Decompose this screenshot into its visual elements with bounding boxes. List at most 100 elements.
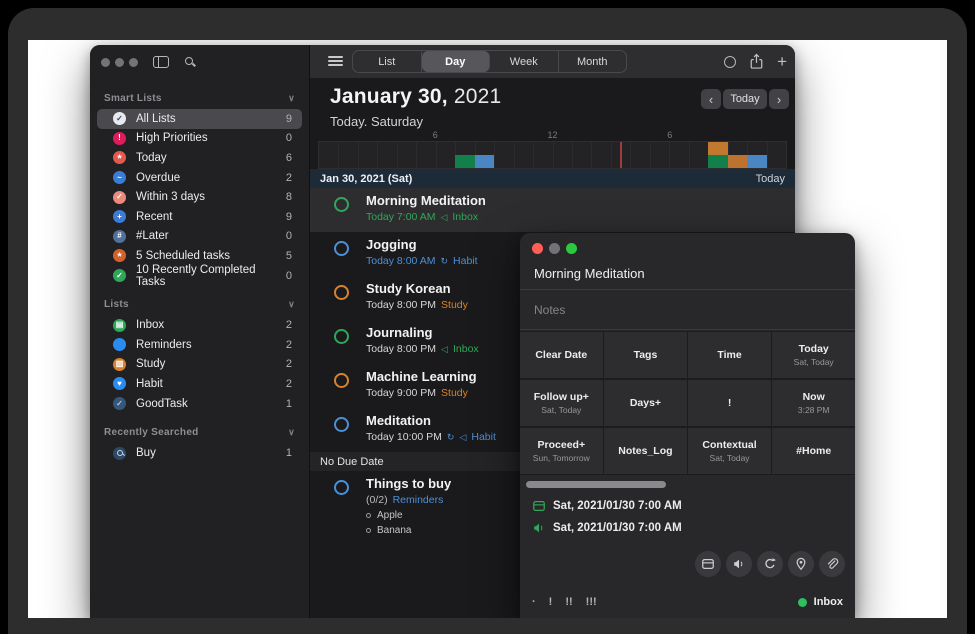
sidebar-item-all-lists[interactable]: ✓All Lists9 bbox=[97, 109, 302, 129]
close-button[interactable] bbox=[101, 58, 110, 67]
filter-circle-icon[interactable] bbox=[724, 56, 736, 68]
sidebar-titlebar bbox=[90, 45, 309, 78]
quick-action-days-[interactable]: Days+ bbox=[604, 380, 687, 426]
location-button[interactable] bbox=[788, 551, 814, 577]
prev-day-button[interactable]: ‹ bbox=[701, 89, 721, 109]
notes-field[interactable]: Notes bbox=[534, 303, 565, 317]
sidebar-item-buy[interactable]: Buy1 bbox=[97, 443, 302, 463]
sidebar-item-habit[interactable]: ♥Habit2 bbox=[97, 374, 302, 394]
quick-action-time[interactable]: Time bbox=[688, 332, 771, 378]
next-day-button[interactable]: › bbox=[769, 89, 789, 109]
quick-action-today[interactable]: TodaySat, Today bbox=[772, 332, 855, 378]
timeline-event-block[interactable] bbox=[708, 142, 727, 155]
task-sub-text: Inbox bbox=[453, 343, 479, 355]
quick-action-proceed-[interactable]: Proceed+Sun, Tomorrow bbox=[520, 428, 603, 474]
timeline-event-block[interactable] bbox=[747, 155, 766, 168]
zoom-button[interactable] bbox=[566, 243, 577, 254]
task-complete-circle[interactable] bbox=[334, 197, 349, 212]
timeline-event-block[interactable] bbox=[475, 155, 494, 168]
quick-action-tags[interactable]: Tags bbox=[604, 332, 687, 378]
quick-action-notes-log[interactable]: Notes_Log bbox=[604, 428, 687, 474]
priority-option-2[interactable]: !! bbox=[565, 596, 572, 608]
timeline-event-block[interactable] bbox=[455, 155, 474, 168]
tab-week[interactable]: Week bbox=[490, 51, 559, 72]
list-color-dot bbox=[798, 598, 807, 607]
priority-option-1[interactable]: ! bbox=[549, 596, 553, 608]
menu-icon[interactable] bbox=[328, 56, 343, 67]
sidebar-item-inbox[interactable]: ▤Inbox2 bbox=[97, 315, 302, 335]
due-date-row[interactable]: Sat, 2021/01/30 7:00 AM bbox=[532, 521, 682, 534]
section-header[interactable]: Lists∨ bbox=[90, 293, 309, 315]
sidebar-item-recent[interactable]: +Recent9 bbox=[97, 207, 302, 227]
minimize-button[interactable] bbox=[115, 58, 124, 67]
zoom-button[interactable] bbox=[129, 58, 138, 67]
tab-list[interactable]: List bbox=[353, 51, 422, 72]
task-complete-circle[interactable] bbox=[334, 417, 349, 432]
minimize-button[interactable] bbox=[549, 243, 560, 254]
task-complete-circle[interactable] bbox=[334, 329, 349, 344]
quick-action-sublabel: Sat, Today bbox=[541, 405, 581, 415]
toggle-sidebar-icon[interactable] bbox=[153, 56, 169, 68]
timeline-hour-gridline bbox=[650, 142, 651, 168]
sidebar-item-high-priorities[interactable]: !High Priorities0 bbox=[97, 129, 302, 149]
task-complete-circle[interactable] bbox=[334, 480, 349, 495]
sidebar-item-10-recently-completed-tasks[interactable]: ✓10 Recently Completed Tasks0 bbox=[97, 266, 302, 286]
timeline-event-block[interactable] bbox=[708, 155, 727, 168]
speaker-button[interactable] bbox=[726, 551, 752, 577]
close-button[interactable] bbox=[532, 243, 543, 254]
day-timeline[interactable] bbox=[318, 141, 787, 169]
timeline-event-block[interactable] bbox=[728, 155, 747, 168]
sidebar-item-overdue[interactable]: ~Overdue2 bbox=[97, 168, 302, 188]
quick-action-clear-date[interactable]: Clear Date bbox=[520, 332, 603, 378]
quick-action-follow-up-[interactable]: Follow up+Sat, Today bbox=[520, 380, 603, 426]
speaker-icon: ◁ bbox=[441, 344, 448, 355]
plus-icon: + bbox=[113, 210, 126, 223]
sidebar-item-within-3-days[interactable]: ✓Within 3 days8 bbox=[97, 187, 302, 207]
chevron-down-icon: ∨ bbox=[288, 299, 295, 310]
task-detail-popup: Morning Meditation Notes Clear DateTagsT… bbox=[520, 233, 855, 618]
date-title: January 30, bbox=[330, 85, 448, 108]
attachment-button[interactable] bbox=[819, 551, 845, 577]
timeline-hour-gridline bbox=[572, 142, 573, 168]
task-row[interactable]: Morning MeditationToday 7:00 AM◁Inbox bbox=[310, 188, 795, 232]
sidebar-item-goodtask[interactable]: ✓GoodTask1 bbox=[97, 394, 302, 414]
list-badge[interactable]: Inbox bbox=[798, 596, 843, 608]
sidebar-item-reminders[interactable]: Reminders2 bbox=[97, 335, 302, 355]
section-header[interactable]: Smart Lists∨ bbox=[90, 87, 309, 109]
due-date-row[interactable]: Sat, 2021/01/30 7:00 AM bbox=[532, 499, 682, 512]
section-title: Smart Lists bbox=[104, 93, 162, 104]
task-complete-circle[interactable] bbox=[334, 285, 349, 300]
share-icon[interactable] bbox=[749, 53, 764, 70]
sidebar-item--later[interactable]: ##Later0 bbox=[97, 227, 302, 247]
priority-option-3[interactable]: !!! bbox=[586, 596, 597, 608]
priority-option-none[interactable]: · bbox=[532, 596, 536, 608]
due-date-text: Sat, 2021/01/30 7:00 AM bbox=[553, 522, 682, 534]
timeline-hour-gridline bbox=[397, 142, 398, 168]
subtask-row[interactable]: Banana bbox=[366, 525, 451, 536]
quick-actions-scrollbar[interactable] bbox=[526, 481, 666, 488]
quick-action-now[interactable]: Now3:28 PM bbox=[772, 380, 855, 426]
search-icon[interactable] bbox=[185, 57, 193, 65]
task-sub-text: Today 9:00 PM bbox=[366, 387, 436, 399]
item-count: 0 bbox=[286, 270, 292, 282]
quick-action--home[interactable]: #Home bbox=[772, 428, 855, 474]
repeat-button[interactable] bbox=[757, 551, 783, 577]
task-title-field[interactable]: Morning Meditation bbox=[534, 266, 645, 281]
today-button[interactable]: Today bbox=[723, 89, 767, 109]
tab-day[interactable]: Day bbox=[422, 51, 491, 72]
tab-month[interactable]: Month bbox=[559, 51, 627, 72]
section-header[interactable]: Recently Searched∨ bbox=[90, 421, 309, 443]
task-complete-circle[interactable] bbox=[334, 373, 349, 388]
subtask-row[interactable]: Apple bbox=[366, 510, 451, 521]
sidebar-item-today[interactable]: *Today6 bbox=[97, 148, 302, 168]
task-complete-circle[interactable] bbox=[334, 241, 349, 256]
timeline-hour-gridline bbox=[358, 142, 359, 168]
task-subtitle: (0/2)Reminders bbox=[366, 494, 451, 506]
sidebar-item-study[interactable]: ▥Study2 bbox=[97, 355, 302, 375]
quick-action-contextual[interactable]: ContextualSat, Today bbox=[688, 428, 771, 474]
repeat-icon bbox=[763, 557, 777, 571]
calendar-button[interactable] bbox=[695, 551, 721, 577]
quick-action--[interactable]: ! bbox=[688, 380, 771, 426]
check-icon: ✓ bbox=[113, 269, 126, 282]
add-task-button[interactable]: + bbox=[777, 53, 787, 70]
